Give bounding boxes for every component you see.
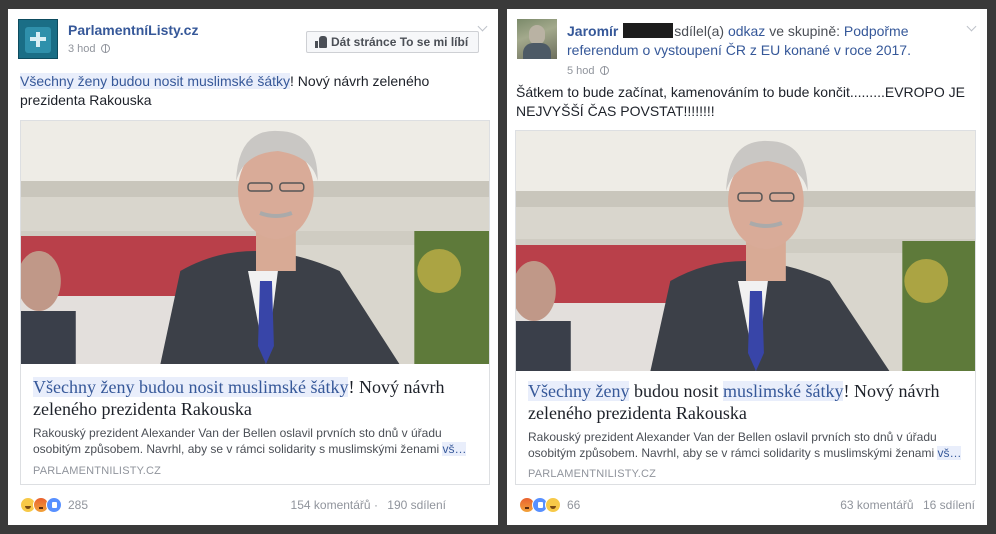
globe-icon — [100, 44, 110, 53]
shared-object-link[interactable]: odkaz — [728, 23, 765, 39]
comments-count[interactable]: 154 komentářů — [291, 498, 371, 512]
reactions-count[interactable]: 285 — [68, 498, 88, 512]
article-description-text: Rakouský prezident Alexander Van der Bel… — [528, 430, 937, 460]
chevron-down-icon[interactable] — [967, 23, 977, 33]
article-title[interactable]: Všechny ženy budou nosit muslimské šátky… — [33, 376, 473, 420]
post-timestamp[interactable]: 3 hod — [68, 43, 110, 55]
article-title-highlight-2[interactable]: muslimské šátky — [722, 381, 844, 401]
shared-line: Jaromír sdílel(a) odkaz ve skupině: Podp… — [567, 22, 927, 60]
page-name-link[interactable]: ParlamentníListy.cz — [68, 22, 198, 38]
in-group-label: ve skupině: — [769, 23, 841, 39]
post-footer: 66 63 komentářů 16 sdílení — [519, 497, 975, 515]
article-domain: PARLAMENTNILISTY.CZ — [528, 468, 657, 480]
like-page-button[interactable]: Dát stránce To se mi líbí — [306, 31, 479, 53]
shared-verb: sdílel(a) — [674, 23, 725, 39]
post-text: Všechny ženy budou nosit muslimské šátky… — [20, 72, 480, 110]
globe-icon — [599, 66, 609, 75]
article-description-text: Rakouský prezident Alexander Van der Bel… — [33, 426, 442, 456]
author-name-link[interactable]: Jaromír — [567, 23, 618, 39]
article-domain: PARLAMENTNILISTY.CZ — [33, 465, 162, 477]
article-description: Rakouský prezident Alexander Van der Bel… — [33, 425, 483, 457]
timestamp-text: 5 hod — [567, 65, 595, 77]
reactions-count[interactable]: 66 — [567, 498, 580, 512]
post-text: Šátkem to bude začínat, kamenováním to b… — [516, 84, 965, 119]
link-preview-card[interactable]: Všechny ženy budou nosit muslimské šátky… — [515, 130, 976, 485]
comments-count[interactable]: 63 komentářů — [840, 498, 913, 512]
post-header: Jaromír sdílel(a) odkaz ve skupině: Podp… — [517, 19, 977, 77]
avatar-face — [529, 25, 545, 45]
post-stats: 154 komentářů · 190 sdílení — [290, 498, 446, 512]
post-parlamentnilisty: ParlamentníListy.cz 3 hod Dát stránce To… — [8, 9, 498, 525]
shares-count[interactable]: 190 sdílení — [387, 498, 446, 512]
see-more-link[interactable]: vš… — [442, 442, 467, 456]
article-photo — [516, 131, 975, 371]
timestamp-text: 3 hod — [68, 43, 96, 55]
avatar-body — [523, 43, 551, 59]
chevron-down-icon[interactable] — [478, 23, 488, 33]
shares-count[interactable]: 16 sdílení — [923, 498, 975, 512]
thumbs-up-icon — [315, 36, 327, 48]
post-stats: 63 komentářů 16 sdílení — [834, 498, 975, 512]
article-description: Rakouský prezident Alexander Van der Bel… — [528, 429, 968, 461]
see-more-link[interactable]: vš… — [937, 446, 962, 460]
article-title-highlight-1[interactable]: Všechny ženy — [528, 381, 630, 401]
like-reaction-icon[interactable] — [46, 497, 62, 513]
article-photo — [21, 121, 489, 364]
post-shared-by-user: Jaromír sdílel(a) odkaz ve skupině: Podp… — [507, 9, 987, 525]
article-title-middle: budou nosit — [629, 381, 723, 401]
post-header: ParlamentníListy.cz 3 hod Dát stránce To… — [18, 19, 488, 63]
link-preview-card[interactable]: Všechny ženy budou nosit muslimské šátky… — [20, 120, 490, 485]
redaction-bar — [623, 23, 674, 38]
post-text-highlight[interactable]: Všechny ženy budou nosit muslimské šátky — [20, 73, 291, 89]
post-footer: 285 154 komentářů · 190 sdílení — [20, 497, 486, 515]
page-avatar[interactable] — [18, 19, 58, 59]
page-logo-icon — [25, 27, 51, 53]
like-page-label: Dát stránce To se mi líbí — [331, 35, 469, 49]
user-avatar[interactable] — [517, 19, 557, 59]
haha-reaction-icon[interactable] — [545, 497, 561, 513]
article-title-highlight[interactable]: Všechny ženy budou nosit muslimské šátky — [33, 377, 349, 397]
post-timestamp[interactable]: 5 hod — [567, 65, 609, 77]
article-title[interactable]: Všechny ženy budou nosit muslimské šátky… — [528, 380, 958, 424]
